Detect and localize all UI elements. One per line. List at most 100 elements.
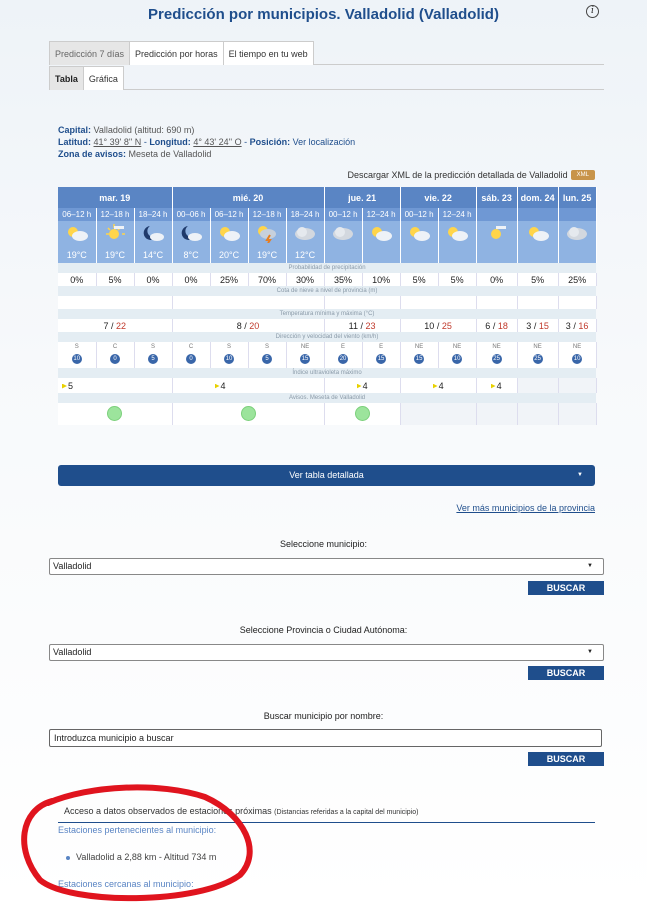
aviso-indicator[interactable] [172,403,325,425]
row-label-viento: Dirección y velocidad del viento (km/h) [58,332,597,342]
chevron-down-icon: ▼ [587,563,593,569]
temp-minmax: 6 / 18 [476,319,518,332]
green-alert-icon [354,405,370,421]
ver-tabla-detallada-button[interactable]: Ver tabla detallada ▼ [58,465,595,486]
lon-label: Longitud: [149,137,191,147]
period-header: 00–12 h [400,208,439,221]
estaciones-pertenecientes-label: Estaciones pertenecientes al municipio: [58,825,217,835]
period-header: 12–18 h [96,208,135,221]
period-temp: 19°C [248,247,287,263]
zona-label: Zona de avisos: [58,149,127,159]
temp-minmax: 7 / 22 [58,319,173,332]
cloud-icon [324,221,363,247]
uv-value: 4 [324,378,401,393]
temp-minmax: 8 / 20 [172,319,325,332]
info-icon[interactable]: i [586,5,599,18]
chevron-down-icon: ▼ [587,649,593,655]
station-list-item[interactable]: Valladolid a 2,88 km - Altitud 734 m [66,852,216,862]
lat-value: 41° 39' 8'' N [93,137,142,147]
buscar-nombre-button[interactable]: BUSCAR [528,752,604,766]
sun-cloud-icon [362,221,401,247]
aviso-indicator[interactable] [324,403,401,425]
precip-value: 5% [517,273,559,286]
observados-title: Acceso a datos observados de estaciones … [64,806,419,816]
sun-high-cloud-icon [476,221,518,247]
precip-value: 30% [286,273,325,286]
cloud-icon [558,221,597,247]
precip-value: 5% [400,273,439,286]
period-temp: 14°C [134,247,173,263]
sun-cloud-icon [400,221,439,247]
temp-minmax: 3 / 15 [517,319,559,332]
precip-value: 25% [210,273,249,286]
day-header: mié. 20 [172,187,325,208]
wind-cell: S5 [134,342,173,368]
pos-label: Posición: [249,137,291,147]
day-header: lun. 25 [558,187,597,208]
wind-cell: NE 25 [517,342,559,368]
capital-label: Capital: [58,125,92,135]
wind-cell: S 10 [210,342,249,368]
row-label-temp: Temperatura mínima y máxima (°C) [58,309,597,319]
ver-localizacion-link[interactable]: Ver localización [293,137,356,147]
wind-cell: NE 25 [476,342,518,368]
seleccione-municipio-label: Seleccione municipio: [279,539,368,549]
row-label-avisos: Avisos. Meseta de Valladolid [58,393,597,403]
wind-cell: NE 15 [400,342,439,368]
ver-mas-municipios-link[interactable]: Ver más municipios de la provincia [456,503,595,513]
row-label-uv: Índice ultravioleta máximo [58,368,597,378]
buscar-municipio-button[interactable]: BUSCAR [528,581,604,595]
wind-cell: NE 15 [286,342,325,368]
divider [58,822,595,823]
tab-tiempo-en-tu-web[interactable]: El tiempo en tu web [222,41,314,65]
day-header: mar. 19 [58,187,173,208]
zona-value: Meseta de Valladolid [128,149,212,159]
buscar-provincia-button[interactable]: BUSCAR [528,666,604,680]
day-header: vie. 22 [400,187,477,208]
precip-value: 0% [476,273,518,286]
storm-cloud-icon [248,221,287,247]
wind-cell: E 15 [362,342,401,368]
precip-value: 5% [438,273,477,286]
period-header: 18–24 h [134,208,173,221]
provincia-select[interactable]: Valladolid ▼ [49,644,604,661]
chevron-down-icon: ▼ [577,472,583,478]
municipio-search-input[interactable]: Introduzca municipio a buscar [49,729,602,747]
wind-cell: C0 [96,342,135,368]
precip-value: 0% [172,273,211,286]
page-title: Predicción por municipios. Valladolid (V… [148,6,499,23]
period-temp: 8°C [172,247,211,263]
secondary-tabs: Tabla Gráfica [49,66,604,90]
temp-minmax: 10 / 25 [400,319,477,332]
period-header: 12–24 h [438,208,477,221]
wind-cell: C0 [172,342,211,368]
ver-tabla-detallada-label: Ver tabla detallada [289,470,364,480]
forecast-table: mar. 19 mié. 20 jue. 21 vie. 22 sáb. 23 … [58,187,597,425]
moon-cloud-icon [134,221,173,247]
temp-minmax: 3 / 16 [558,319,597,332]
period-temp: 19°C [96,247,135,263]
period-header: 00–06 h [172,208,211,221]
sun-high-cloud-icon [96,221,135,247]
municipio-select[interactable]: Valladolid ▼ [49,558,604,575]
tab-tabla[interactable]: Tabla [49,66,84,90]
sun-cloud-icon [210,221,249,247]
tab-grafica[interactable]: Gráfica [82,66,124,90]
green-alert-icon [107,405,123,421]
period-temp: 12°C [286,247,325,263]
row-label-precip: Probabilidad de precipitación [58,263,597,273]
wind-row: S 10 C0 S5 C0 S 10 S5 NE 15 E 20 E 15 NE 15 NE… [58,342,597,368]
xml-badge[interactable]: XML [570,170,595,180]
precip-value: 5% [96,273,135,286]
uv-value: 4 [400,378,477,393]
wind-cell: NE 10 [558,342,597,368]
estaciones-cercanas-label: Estaciones cercanas al municipio: [58,879,194,889]
bullet-icon [66,855,70,860]
aviso-indicator[interactable] [58,403,173,425]
xml-download[interactable]: Descargar XML de la predicción detallada… [348,170,595,180]
wind-cell: E 20 [324,342,363,368]
tab-prediccion-7-dias[interactable]: Predicción 7 días [49,41,131,65]
tab-prediccion-por-horas[interactable]: Predicción por horas [129,41,224,65]
uv-value: 4 [172,378,325,393]
primary-tabs: Predicción 7 días Predicción por horas E… [49,41,604,65]
